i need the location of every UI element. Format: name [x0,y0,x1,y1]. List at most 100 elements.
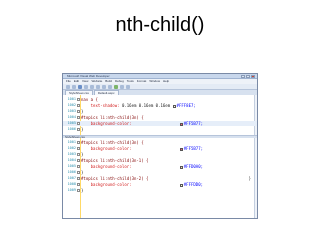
code-token-plain: } [81,188,84,193]
line-number: 1002 [67,103,76,107]
code-token-plain: } [81,170,84,175]
code-token-prop: background-color: [81,164,132,169]
collapse-icon[interactable] [77,110,80,113]
code-line[interactable]: 1001 nav a { [63,97,257,102]
collapse-icon[interactable] [77,177,80,180]
code-text: background-color: #FF5B77; [81,146,203,151]
code-text: } [81,109,83,114]
code-token-val: #FFF8E7; [176,103,196,108]
paste-icon[interactable] [96,84,100,89]
collapse-icon[interactable] [77,153,80,156]
settings-icon[interactable] [126,84,130,89]
run-icon[interactable] [114,84,118,89]
code-line[interactable]: 1001 #topics li:nth-child(3n) { [63,140,257,145]
code-text: } [81,127,83,132]
line-number: 1001 [67,97,76,101]
code-line[interactable]: 1005 background-color: #FFD0A0; [63,164,257,169]
code-token-sel: #topics li:nth-child(3n) { [81,115,144,120]
close-icon[interactable] [251,75,255,78]
collapse-icon[interactable] [77,171,80,174]
code-line[interactable]: 1003} [63,109,257,114]
window-controls [241,75,255,78]
code-token-prop: text-shadow: [81,103,122,108]
collapse-icon[interactable] [77,98,80,101]
line-number: 1004 [67,115,76,119]
code-text: } [81,152,83,157]
code-token-prop: background-color: [81,182,132,187]
collapse-icon[interactable] [77,128,80,131]
code-token-val: #FFFDD0; [183,182,204,187]
code-token-prop: background-color: [81,121,132,126]
new-file-icon[interactable] [66,84,70,89]
code-line[interactable]: 1002 background-color: #FF5B77; [63,146,257,151]
undo-icon[interactable] [102,84,106,89]
code-text: } [81,170,83,175]
color-swatch-icon [179,165,183,169]
code-token-sel: #topics li:nth-child(3n-1) { [81,158,149,163]
collapse-icon[interactable] [77,104,80,107]
collapse-icon[interactable] [77,141,80,144]
code-line[interactable]: 1009} [63,188,257,193]
code-line[interactable]: 1003} [63,152,257,157]
color-swatch-icon [179,122,183,126]
open-file-icon[interactable] [72,84,76,89]
code-token-plain: } [81,109,84,114]
code-text: #topics li:nth-child(3n) { [81,115,144,120]
code-line[interactable]: 1005 background-color: #FF5B77; [63,121,257,126]
line-number: 1008 [67,182,76,186]
code-text: nav a { [81,97,98,102]
code-token-plain: } [81,127,84,132]
code-text: #topics li:nth-child(3n-2) { [81,176,148,181]
line-number: 1004 [67,158,76,162]
maximize-icon[interactable] [246,75,250,78]
line-number: 1005 [67,164,76,168]
editor-pane-bottom[interactable]: } 1001 #topics li:nth-child(3n) {1002 bac… [63,138,257,218]
code-text: background-color: #FFD0A0; [81,164,203,169]
code-text: #topics li:nth-child(3n-1) { [81,158,148,163]
copy-icon[interactable] [90,84,94,89]
collapse-icon[interactable] [77,183,80,186]
code-text: background-color: #FFFDD0; [81,182,203,187]
line-number: 1003 [67,152,76,156]
line-number: 1007 [67,176,76,180]
code-line[interactable]: 1007 #topics li:nth-child(3n-2) { [63,176,257,181]
line-number: 1005 [67,121,76,125]
collapse-icon[interactable] [77,159,80,162]
code-line[interactable]: 1002 text-shadow: 0.16em 0.16em 0.16em #… [63,103,257,108]
code-line[interactable]: 1006} [63,127,257,132]
save-icon[interactable] [78,84,82,89]
code-text: background-color: #FF5B77; [81,121,203,126]
slide-title: nth-child() [115,14,205,36]
collapse-icon[interactable] [77,189,80,192]
collapse-icon[interactable] [77,122,80,125]
editor-pane-top[interactable]: 1001 nav a {1002 text-shadow: 0.16em 0.16… [63,95,257,135]
code-token-val: #FF5B77; [183,121,204,126]
code-token-val: #FFD0A0; [183,164,204,169]
line-number: 1006 [67,127,76,131]
line-number: 1006 [67,170,76,174]
code-line[interactable]: 1004 #topics li:nth-child(3n) { [63,115,257,120]
collapse-icon[interactable] [77,147,80,150]
find-icon[interactable] [120,84,124,89]
redo-icon[interactable] [108,84,112,89]
code-token-val: #FF5B77; [183,146,204,151]
ide-screenshot: Microsoft Visual Web Developer File Edit V… [62,73,258,219]
code-token-sel: #topics li:nth-child(3n) { [81,140,144,145]
collapse-icon[interactable] [77,165,80,168]
code-text: #topics li:nth-child(3n) { [81,140,144,145]
cut-icon[interactable] [84,84,88,89]
code-token-plain: 0.16em 0.16em 0.16em [121,103,173,108]
code-token-sel: #topics li:nth-child(3n-2) { [81,176,149,181]
line-number: 1002 [67,146,76,150]
code-line[interactable]: 1008 background-color: #FFFDD0; [63,182,257,187]
color-swatch-icon [179,147,183,151]
minimize-icon[interactable] [241,75,245,78]
collapse-icon[interactable] [77,116,80,119]
code-line[interactable]: 1006} [63,170,257,175]
line-number: 1003 [67,109,76,113]
code-line[interactable]: 1004 #topics li:nth-child(3n-1) { [63,158,257,163]
color-swatch-icon [179,183,183,187]
